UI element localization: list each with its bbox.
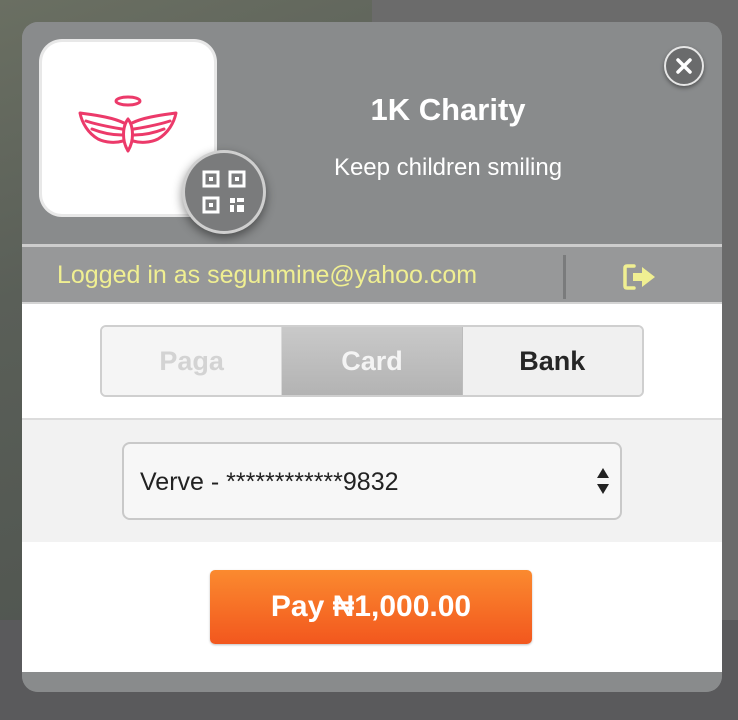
org-tagline: Keep children smiling [333,154,563,181]
card-select-section: Verve - ************9832 [22,418,722,544]
payment-modal: 1K Charity Keep children smiling Logged … [22,22,722,692]
tab-card[interactable]: Card [282,327,463,395]
logged-in-text: Logged in as segunmine@yahoo.com [57,261,478,289]
login-divider [563,255,566,299]
card-select-value: Verve - ************9832 [140,468,399,496]
org-name: 1K Charity [370,92,526,127]
close-button[interactable] [664,46,704,86]
card-select[interactable]: Verve - ************9832 [122,442,622,520]
login-status-bar: Logged in as segunmine@yahoo.com [22,244,722,305]
payment-method-section: Paga Card Bank [22,302,722,420]
modal-header: 1K Charity Keep children smiling [22,22,722,244]
modal-footer [22,672,722,692]
qr-code-button[interactable] [182,150,266,234]
close-icon [676,58,692,74]
tab-paga[interactable]: Paga [102,327,283,395]
pay-section: Pay ₦1,000.00 [22,542,722,672]
pay-button[interactable]: Pay ₦1,000.00 [210,570,532,644]
logout-icon [623,264,655,290]
tab-bank[interactable]: Bank [462,327,642,395]
logout-button[interactable] [612,255,668,299]
angel-wings-logo-icon [78,95,178,153]
payment-method-tabs: Paga Card Bank [100,325,644,397]
qr-code-icon [202,170,246,214]
select-arrows-icon [597,468,609,494]
